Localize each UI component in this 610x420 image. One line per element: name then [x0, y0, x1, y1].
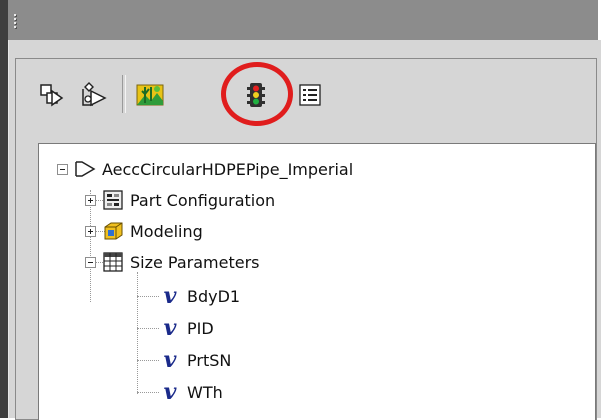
- tree-root-row[interactable]: AeccCircularHDPEPipe_Imperial: [57, 155, 353, 183]
- variable-icon: v: [163, 315, 177, 341]
- parameters-panel: AeccCircularHDPEPipe_Imperial Part Confi…: [8, 40, 601, 420]
- tree-connector: [137, 296, 159, 298]
- left-frame-edge: [0, 0, 8, 418]
- tree-connector: [137, 360, 159, 362]
- drag-grip-icon[interactable]: [14, 14, 17, 30]
- parameter-label: PID: [187, 318, 214, 338]
- tree-landscape-icon[interactable]: [132, 77, 168, 113]
- variable-icon: v: [163, 347, 177, 373]
- modeling-cube-icon: [102, 221, 124, 241]
- tree-item-label: Size Parameters: [130, 252, 260, 272]
- parameter-label: PrtSN: [187, 350, 232, 370]
- parameter-label: BdyD1: [187, 286, 241, 306]
- tree-item-modeling[interactable]: Modeling: [85, 217, 203, 245]
- expand-toggle[interactable]: [85, 225, 96, 237]
- arrow-gear-icon[interactable]: [76, 77, 112, 113]
- tree-item-label: Part Configuration: [130, 190, 276, 210]
- tree-connector: [137, 272, 139, 394]
- part-config-icon: [102, 190, 124, 210]
- part-builder-window: AeccCircularHDPEPipe_Imperial Part Confi…: [0, 0, 610, 420]
- tree-item-parameter[interactable]: v PrtSN: [159, 346, 232, 374]
- tree-connector: [137, 392, 159, 394]
- part-arrow-icon: [74, 159, 96, 179]
- tree-item-parameter[interactable]: v PID: [159, 314, 214, 342]
- expand-toggle[interactable]: [85, 194, 96, 206]
- list-icon[interactable]: [292, 77, 328, 113]
- tree-connector: [137, 328, 159, 330]
- collapse-toggle[interactable]: [57, 163, 68, 175]
- parameters-tree: AeccCircularHDPEPipe_Imperial Part Confi…: [38, 143, 596, 420]
- panel-titlebar[interactable]: [8, 0, 598, 41]
- toolbar: [16, 59, 596, 127]
- toolbar-separator: [122, 75, 126, 113]
- toolbar-frame: AeccCircularHDPEPipe_Imperial Part Confi…: [15, 58, 597, 420]
- tree-item-parameter[interactable]: v BdyD1: [159, 282, 241, 310]
- tree-item-part-configuration[interactable]: Part Configuration: [85, 186, 275, 214]
- tree-root-label: AeccCircularHDPEPipe_Imperial: [102, 159, 354, 179]
- variable-icon: v: [163, 379, 177, 405]
- grid-table-icon: [102, 252, 124, 272]
- tree-item-label: Modeling: [130, 221, 203, 241]
- tree-item-size-parameters[interactable]: Size Parameters: [85, 248, 260, 276]
- arrow-box-icon[interactable]: [34, 77, 70, 113]
- tree-item-parameter[interactable]: v WTh: [159, 378, 223, 406]
- collapse-toggle[interactable]: [85, 256, 96, 268]
- variable-icon: v: [163, 283, 177, 309]
- traffic-light-icon[interactable]: [238, 77, 274, 113]
- parameter-label: WTh: [187, 382, 223, 402]
